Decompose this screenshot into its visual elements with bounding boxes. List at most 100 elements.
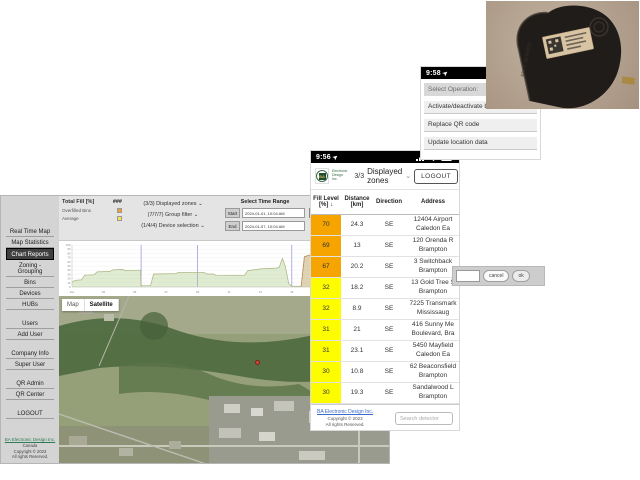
chevron-down-icon: ⌄ [194,212,199,218]
col-distance[interactable]: Distance [km] [341,190,373,214]
sidebar-item-real-time-map[interactable]: Real Time Map [6,226,55,237]
sidebar-item-hubs[interactable]: HUBs [6,299,55,310]
bin-location-marker[interactable] [255,360,260,365]
phone-zones-screenshot: 9:56➤ BA Electronic Design Inc. 3/3 Disp… [310,150,460,431]
search-detector-input[interactable] [395,412,453,425]
svg-text:80: 80 [67,251,71,255]
start-datetime-input[interactable]: 2024-01-01, 10:04 AM [242,208,305,218]
table-row[interactable]: 32 18.2 SE 13 Gold Tree S Brampton [311,277,460,298]
svg-text:100: 100 [66,243,71,247]
svg-text:70: 70 [67,256,71,260]
bin-sensor-device: BIN e-SENSOR [486,1,639,109]
sidebar-item-chart-reports[interactable]: Chart Reports [6,248,55,260]
chevron-down-icon: ⌄ [198,201,203,207]
table-row[interactable]: 30 19.3 SE Sandalwood L Brampton [311,382,460,403]
sidebar-item-qr-center[interactable]: QR Center [6,389,55,400]
distance-cell: 21 [341,319,373,340]
fill-level-cell: 32 [311,277,341,298]
device-selection-dropdown[interactable]: (1/4/4) Device selection ⌄ [125,223,221,229]
sidebar-nav: Real Time Map Map Statistics Chart Repor… [1,196,59,463]
table-row[interactable]: 67 20.2 SE 3 Switchback Brampton [311,256,460,277]
svg-text:Jan: Jan [70,290,75,294]
col-fill-level[interactable]: Fill Level [%] ↓ [311,190,341,214]
table-row[interactable]: 32 8.9 SE 7225 Transmark Mississaug [311,298,460,319]
direction-cell: SE [373,382,405,403]
group-filter-dropdown[interactable]: (7/7/7) Group filter ⌄ [125,212,221,218]
cancel-button[interactable]: cancel [483,270,509,282]
footer-rights: All rights Reserved. [317,422,373,428]
bin-sensor-photo: BIN e-SENSOR [486,1,639,109]
svg-text:30: 30 [67,272,71,276]
address-cell: 12404 Airport Caledon Ea [405,214,460,235]
distance-cell: 23.1 [341,340,373,361]
fill-level-cell: 67 [311,256,341,277]
col-address[interactable]: Address [405,190,460,214]
menu-item-replace-qr-code[interactable]: Replace QR code [424,119,537,132]
distance-cell: 20.2 [341,256,373,277]
map-type-toggle: Map Satellite [62,299,119,311]
company-link[interactable]: BA Electronic Design Inc. [317,409,373,416]
displayed-zones-dropdown-label: (3/3) Displayed zones [143,201,196,207]
svg-text:60: 60 [67,260,71,264]
clock-time: 9:56 [316,154,331,161]
address-cell: 7225 Transmark Mississaug [405,298,460,319]
sidebar-item-zoning-grouping[interactable]: Zoning - Grouping [6,260,55,277]
address-cell: 416 Sunny Me Boulevard, Bra [405,319,460,340]
clock-time: 9:58 [426,70,441,77]
sidebar-item-users[interactable]: Users [6,318,55,329]
col-direction[interactable]: Direction [373,190,405,214]
svg-text:05: 05 [133,290,137,294]
end-datetime-input[interactable]: 2024-01-07, 10:04 AM [242,221,305,231]
sidebar-item-logout[interactable]: LOGOUT [6,408,55,419]
fill-level-cell: 30 [311,361,341,382]
distance-cell: 13 [341,235,373,256]
svg-text:15: 15 [290,290,294,294]
zones-dropdown-label[interactable]: Displayed zones [367,167,402,185]
sidebar-item-add-user[interactable]: Add User [6,329,55,340]
menu-item-update-location-data[interactable]: Update location data [424,137,537,150]
table-row[interactable]: 31 23.1 SE 5450 Mayfield Caledon Ea [311,340,460,361]
chevron-down-icon[interactable]: ⌄ [405,172,411,180]
ok-button[interactable]: ok [512,270,529,282]
table-header-row: Fill Level [%] ↓ Distance [km] Direction… [311,190,460,214]
sidebar-item-company-info[interactable]: Company Info [6,348,55,359]
dialog-text-input[interactable] [456,270,480,282]
direction-cell: SE [373,298,405,319]
svg-text:07: 07 [165,290,169,294]
group-filter-dropdown-label: (7/7/7) Group filter [148,212,193,218]
screenshot-canvas: Real Time Map Map Statistics Chart Repor… [0,0,640,480]
sidebar-item-bins[interactable]: Bins [6,277,55,288]
average-fill-icon [117,216,122,221]
fill-level-cell: 31 [311,319,341,340]
time-range-title: Select Time Range [225,199,305,205]
logo-monogram: BA [319,173,326,180]
chevron-down-icon: ⌄ [200,223,205,229]
fill-level-cell: 69 [311,235,341,256]
address-cell: 120 Orenda R Brampton [405,235,460,256]
distance-cell: 24.3 [341,214,373,235]
direction-cell: SE [373,277,405,298]
svg-text:03: 03 [102,290,106,294]
table-row[interactable]: 69 13 SE 120 Orenda R Brampton [311,235,460,256]
svg-text:0: 0 [69,285,71,289]
distance-cell: 8.9 [341,298,373,319]
table-row[interactable]: 31 21 SE 416 Sunny Me Boulevard, Bra [311,319,460,340]
sidebar-item-super-user[interactable]: Super User [6,359,55,370]
sidebar-item-qr-admin[interactable]: QR Admin [6,378,55,389]
start-label: Start [225,208,240,218]
average-fill-label: Average [62,216,79,221]
displayed-zones-dropdown[interactable]: (3/3) Displayed zones ⌄ [125,201,221,207]
sidebar-item-map-statistics[interactable]: Map Statistics [6,237,55,248]
filter-dropdowns: (3/3) Displayed zones ⌄ (7/7/7) Group fi… [125,201,221,234]
total-fill-label: Total Fill [%] [62,199,94,205]
logout-button[interactable]: LOGOUT [414,169,458,184]
table-row[interactable]: 70 24.3 SE 12404 Airport Caledon Ea [311,214,460,235]
table-row[interactable]: 30 10.8 SE 62 Beaconsfield Brampton [311,361,460,382]
confirm-dialog-bar: cancel ok [452,266,545,286]
map-view-button[interactable]: Map [62,299,85,311]
satellite-view-button[interactable]: Satellite [85,299,119,311]
sidebar-item-devices[interactable]: Devices [6,288,55,299]
total-fill-value: ### [113,199,122,205]
overfilled-bins-label: Overfilled Bins [62,208,91,213]
distance-cell: 18.2 [341,277,373,298]
